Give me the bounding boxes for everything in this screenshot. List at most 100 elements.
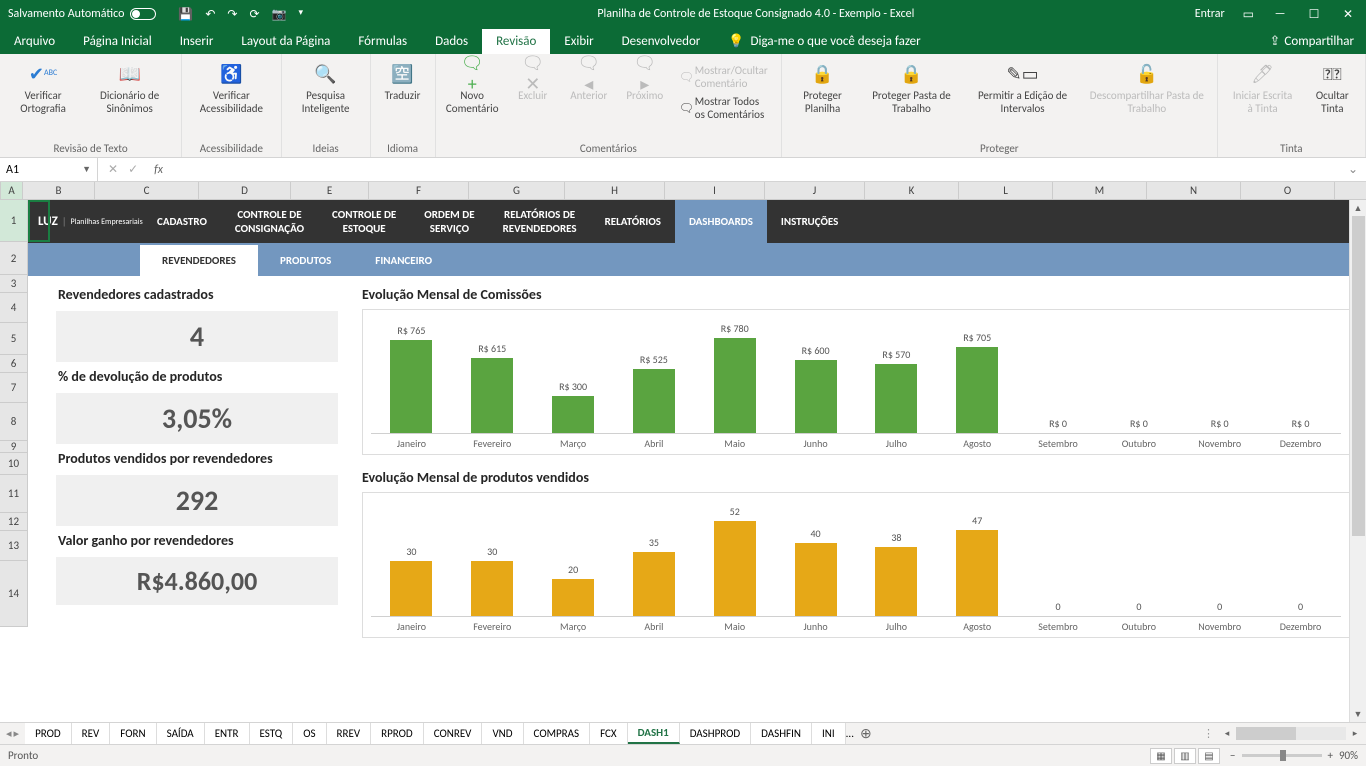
redo-icon[interactable]: ↷ bbox=[227, 7, 237, 22]
minimize-icon[interactable]: — bbox=[1272, 7, 1288, 21]
allow-edit-ranges-button[interactable]: ✎▭Permitir a Edição de Intervalos bbox=[966, 58, 1079, 115]
menu-tab-fórmulas[interactable]: Fórmulas bbox=[344, 29, 421, 54]
sheet-tab[interactable]: DASHFIN bbox=[751, 723, 812, 744]
sheet-tab[interactable]: INI bbox=[812, 723, 846, 744]
accessibility-button[interactable]: ♿Verificar Acessibilidade bbox=[188, 58, 275, 115]
row-header[interactable]: 12 bbox=[0, 513, 28, 531]
show-all-comments-button[interactable]: 🗨Mostrar Todos os Comentários bbox=[675, 93, 775, 123]
row-header[interactable]: 11 bbox=[0, 475, 28, 513]
save-icon[interactable]: 💾 bbox=[178, 7, 193, 22]
more-tabs[interactable]: ... bbox=[846, 727, 854, 740]
new-sheet-button[interactable]: ⊕ bbox=[854, 725, 878, 742]
refresh-icon[interactable]: ⟳ bbox=[249, 7, 259, 22]
row-header[interactable]: 8 bbox=[0, 403, 28, 441]
hscroll-right-icon[interactable]: ▸ bbox=[1348, 728, 1362, 739]
row-header[interactable]: 9 bbox=[0, 441, 28, 453]
row-header[interactable]: 3 bbox=[0, 275, 28, 293]
hscroll-left-icon[interactable]: ◂ bbox=[1220, 728, 1234, 739]
hide-ink-button[interactable]: 🖊⃠Ocultar Tinta bbox=[1306, 58, 1359, 115]
subtab-financeiro[interactable]: FINANCEIRO bbox=[353, 245, 454, 276]
row-header[interactable]: 4 bbox=[0, 293, 28, 323]
menu-tab-revisão[interactable]: Revisão bbox=[482, 29, 550, 54]
col-header[interactable]: H bbox=[565, 182, 665, 199]
scroll-up-icon[interactable]: ▲ bbox=[1354, 200, 1363, 216]
name-box[interactable]: A1▼ bbox=[0, 158, 98, 181]
nav-item[interactable]: RELATÓRIOS bbox=[591, 200, 675, 243]
col-header[interactable]: P bbox=[1335, 182, 1366, 199]
row-header[interactable]: 13 bbox=[0, 531, 28, 561]
thesaurus-button[interactable]: 📖Dicionário de Sinônimos bbox=[84, 58, 175, 115]
protect-sheet-button[interactable]: 🔒Proteger Planilha bbox=[788, 58, 857, 115]
new-comment-button[interactable]: 🗨+Novo Comentário bbox=[442, 58, 503, 115]
smart-lookup-button[interactable]: 🔍Pesquisa Inteligente bbox=[288, 58, 364, 115]
col-header[interactable]: E bbox=[291, 182, 369, 199]
col-header[interactable]: M bbox=[1053, 182, 1147, 199]
page-layout-button[interactable]: ▥ bbox=[1174, 748, 1196, 764]
autosave-toggle[interactable]: Salvamento Automático bbox=[8, 7, 156, 21]
menu-tab-desenvolvedor[interactable]: Desenvolvedor bbox=[608, 29, 715, 54]
menu-tab-exibir[interactable]: Exibir bbox=[550, 29, 607, 54]
sheet-content[interactable]: LUZ | Planilhas Empresariais CADASTROCON… bbox=[28, 200, 1366, 722]
sheet-tab[interactable]: RREV bbox=[327, 723, 372, 744]
row-header[interactable]: 7 bbox=[0, 373, 28, 403]
menu-tab-página-inicial[interactable]: Página Inicial bbox=[69, 29, 166, 54]
page-break-button[interactable]: ▤ bbox=[1198, 748, 1220, 764]
sheet-tab[interactable]: DASH1 bbox=[628, 723, 680, 744]
share-button[interactable]: ⇪ Compartilhar bbox=[1258, 29, 1366, 54]
vertical-scrollbar[interactable]: ▲ ▼ bbox=[1349, 200, 1366, 722]
camera-icon[interactable]: 📷 bbox=[272, 7, 287, 22]
menu-tab-inserir[interactable]: Inserir bbox=[166, 29, 228, 54]
sheet-tab[interactable]: CONREV bbox=[424, 723, 483, 744]
scroll-thumb[interactable] bbox=[1352, 216, 1365, 536]
sheet-tab[interactable]: DASHPROD bbox=[680, 723, 751, 744]
nav-item[interactable]: ORDEM DESERVIÇO bbox=[410, 200, 488, 243]
zoom-slider[interactable] bbox=[1242, 754, 1322, 757]
menu-tab-arquivo[interactable]: Arquivo bbox=[0, 29, 69, 54]
tell-me[interactable]: 💡 Diga-me o que você deseja fazer bbox=[714, 29, 934, 54]
tab-nav-next-icon[interactable]: ▸ bbox=[14, 727, 20, 740]
subtab-revendedores[interactable]: REVENDEDORES bbox=[140, 245, 258, 276]
nav-item[interactable]: RELATÓRIOS DEREVENDEDORES bbox=[489, 200, 591, 243]
hscroll-thumb[interactable] bbox=[1236, 727, 1296, 740]
sheet-tab[interactable]: RPROD bbox=[371, 723, 424, 744]
scroll-down-icon[interactable]: ▼ bbox=[1354, 706, 1363, 722]
sheet-tab[interactable]: VND bbox=[482, 723, 523, 744]
sheet-tab[interactable]: FCX bbox=[590, 723, 628, 744]
sheet-tab[interactable]: ENTR bbox=[205, 723, 250, 744]
sheet-tab[interactable]: FORN bbox=[110, 723, 156, 744]
col-header[interactable]: F bbox=[369, 182, 469, 199]
row-header[interactable]: 2 bbox=[0, 242, 28, 275]
nav-item[interactable]: CONTROLE DEESTOQUE bbox=[318, 200, 410, 243]
sheet-tab[interactable]: SAÍDA bbox=[157, 723, 205, 744]
protect-workbook-button[interactable]: 🔒Proteger Pasta de Trabalho bbox=[861, 58, 962, 115]
row-header[interactable]: 5 bbox=[0, 323, 28, 355]
sheet-tab[interactable]: ESTQ bbox=[250, 723, 294, 744]
menu-tab-layout-da-página[interactable]: Layout da Página bbox=[227, 29, 344, 54]
col-header[interactable]: O bbox=[1241, 182, 1335, 199]
sheet-tab[interactable]: REV bbox=[72, 723, 111, 744]
col-header[interactable]: G bbox=[469, 182, 565, 199]
col-header[interactable]: D bbox=[199, 182, 291, 199]
col-header[interactable]: C bbox=[95, 182, 199, 199]
close-icon[interactable]: ✕ bbox=[1340, 7, 1356, 22]
row-header[interactable]: 6 bbox=[0, 355, 28, 373]
subtab-produtos[interactable]: PRODUTOS bbox=[258, 245, 353, 276]
sheet-tab[interactable]: OS bbox=[293, 723, 326, 744]
col-header[interactable]: J bbox=[765, 182, 865, 199]
col-header[interactable]: L bbox=[959, 182, 1053, 199]
undo-icon[interactable]: ↶ bbox=[205, 7, 215, 22]
zoom-control[interactable]: − + 90% bbox=[1230, 749, 1358, 762]
expand-formula-bar-icon[interactable]: ⌄ bbox=[1340, 162, 1366, 177]
fx-icon[interactable]: fx bbox=[148, 163, 169, 177]
nav-item[interactable]: DASHBOARDS bbox=[675, 200, 767, 243]
nav-item[interactable]: INSTRUÇÕES bbox=[767, 200, 852, 243]
tab-nav-prev-icon[interactable]: ◂ bbox=[6, 727, 12, 740]
nav-item[interactable]: CADASTRO bbox=[143, 200, 221, 243]
row-header[interactable]: 10 bbox=[0, 453, 28, 475]
column-headers[interactable]: ABCDEFGHIJKLMNOP bbox=[0, 182, 1366, 200]
row-headers[interactable]: 1234567891011121314 bbox=[0, 200, 28, 627]
col-header[interactable]: B bbox=[23, 182, 95, 199]
spellcheck-button[interactable]: ✔ABCVerificar Ortografia bbox=[6, 58, 80, 115]
col-header[interactable]: I bbox=[665, 182, 765, 199]
ribbon-display-icon[interactable]: ▭ bbox=[1243, 7, 1254, 22]
